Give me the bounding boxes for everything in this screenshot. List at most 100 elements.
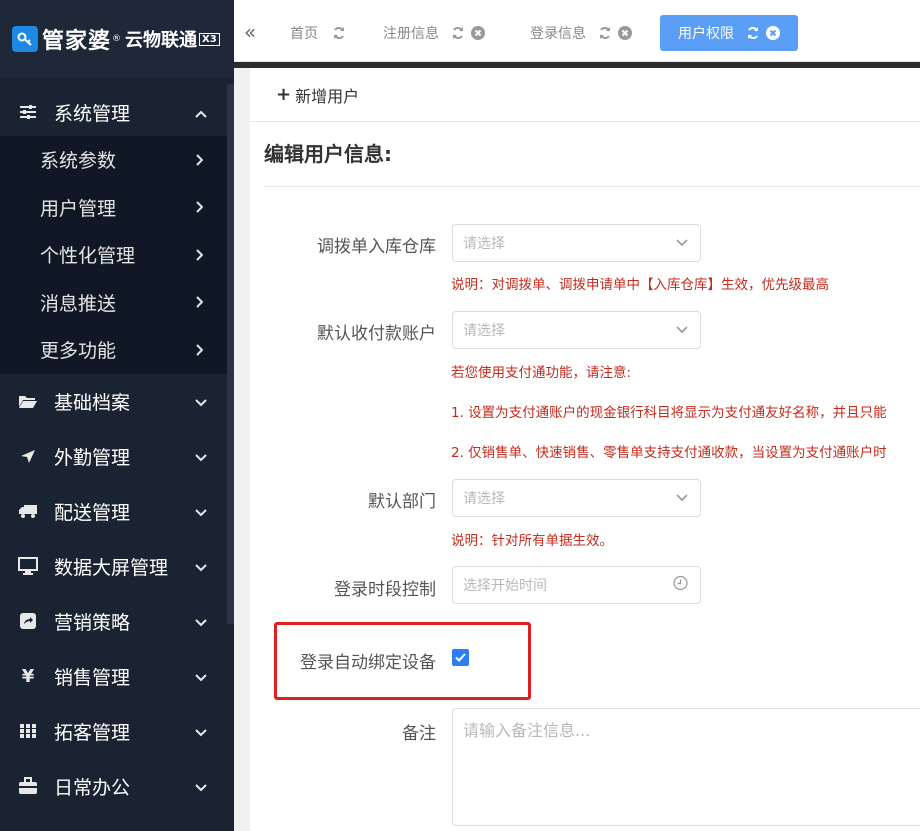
time-placeholder: 选择开始时间 xyxy=(463,578,547,594)
tab-registration[interactable]: 注册信息 xyxy=(383,15,485,51)
account-select[interactable]: 请选择 xyxy=(452,311,701,349)
chevron-right-icon xyxy=(195,196,204,218)
select-placeholder: 请选择 xyxy=(463,323,505,339)
add-user-button[interactable]: 新增用户 xyxy=(295,83,359,107)
tab-label: 注册信息 xyxy=(383,26,439,42)
sidebar-item-label: 消息推送 xyxy=(40,292,117,315)
tab-user-permissions[interactable]: 用户权限 xyxy=(660,15,798,51)
folder-open-icon xyxy=(18,391,38,411)
select-placeholder: 请选择 xyxy=(463,236,505,252)
refresh-icon[interactable] xyxy=(451,26,465,40)
form-title: 编辑用户信息: xyxy=(264,142,392,166)
chevron-down-icon xyxy=(676,235,688,251)
title-divider xyxy=(264,186,920,187)
brand-sub: 云物联通 xyxy=(125,30,198,51)
chevron-right-icon xyxy=(195,244,204,266)
share-square-icon xyxy=(18,611,38,631)
close-icon[interactable] xyxy=(618,26,632,40)
logo-key-icon xyxy=(12,26,38,52)
sidebar-scrollbar[interactable] xyxy=(227,84,234,624)
menu-group-system[interactable]: 系统管理 xyxy=(0,88,227,136)
monitor-icon xyxy=(18,556,38,576)
menu-group-label: 销售管理 xyxy=(54,666,131,689)
sliders-icon xyxy=(18,102,38,122)
clock-icon xyxy=(673,575,688,595)
menu-group-data-screen[interactable]: 数据大屏管理 xyxy=(0,539,227,594)
close-icon[interactable] xyxy=(766,26,780,40)
warehouse-select[interactable]: 请选择 xyxy=(452,224,701,262)
account-label: 默认收付款账户 xyxy=(317,324,436,344)
tab-login-info[interactable]: 登录信息 xyxy=(530,15,632,51)
department-note: 说明：针对所有单据生效。 xyxy=(451,533,613,549)
sidebar-item-label: 更多功能 xyxy=(40,340,117,363)
yen-icon: ¥ xyxy=(21,665,35,687)
auto-bind-checkbox[interactable] xyxy=(452,649,469,666)
sidebar-item-personalization[interactable]: 个性化管理 xyxy=(0,231,227,279)
grid-icon xyxy=(18,721,38,741)
chevron-down-icon xyxy=(195,610,207,632)
menu-group-field-work[interactable]: 外勤管理 xyxy=(0,429,227,484)
truck-icon xyxy=(18,501,38,521)
remark-textarea[interactable]: 请输入备注信息... xyxy=(452,708,920,826)
double-chevron-left-icon[interactable]: « xyxy=(244,20,256,44)
login-start-time-input[interactable]: 选择开始时间 xyxy=(452,566,701,604)
chevron-right-icon xyxy=(195,291,204,313)
menu-group-basic-archives[interactable]: 基础档案 xyxy=(0,374,227,429)
tab-bar: « 首页 注册信息 登录信息 用户权限 xyxy=(234,0,920,62)
sidebar-item-label: 个性化管理 xyxy=(40,245,136,268)
menu-group-label: 营销策略 xyxy=(54,611,131,634)
select-placeholder: 请选择 xyxy=(463,491,505,507)
briefcase-icon xyxy=(18,776,38,796)
menu-group-marketing[interactable]: 营销策略 xyxy=(0,594,227,649)
menu-group-daily-office[interactable]: 日常办公 xyxy=(0,759,227,814)
account-note-intro: 若您使用支付通功能，请注意: xyxy=(451,365,632,381)
sidebar-item-label: 用户管理 xyxy=(40,197,117,220)
refresh-icon[interactable] xyxy=(598,26,612,40)
sidebar-menu: 系统管理 系统参数 用户管理 个性化管理 消息推送 更多功能 基础档案 外勤管理… xyxy=(0,88,227,814)
tab-label: 登录信息 xyxy=(530,26,586,42)
sidebar-item-more[interactable]: 更多功能 xyxy=(0,326,227,374)
brand-name: 管家婆 xyxy=(42,29,112,54)
menu-group-delivery[interactable]: 配送管理 xyxy=(0,484,227,539)
submenu-system: 系统参数 用户管理 个性化管理 消息推送 更多功能 xyxy=(0,136,227,374)
sidebar-item-message-push[interactable]: 消息推送 xyxy=(0,279,227,327)
menu-group-label: 数据大屏管理 xyxy=(54,556,169,579)
chevron-up-icon xyxy=(195,101,207,123)
tab-label: 用户权限 xyxy=(678,26,734,42)
chevron-down-icon xyxy=(195,445,207,467)
chevron-down-icon xyxy=(195,665,207,687)
menu-group-label: 系统管理 xyxy=(54,102,131,125)
chevron-right-icon xyxy=(195,339,204,361)
logo: 管家婆 ® 云物联通 X3 xyxy=(0,0,234,78)
toolbar: + 新增用户 xyxy=(250,68,920,122)
menu-group-sales[interactable]: ¥ 销售管理 xyxy=(0,649,227,704)
account-note-1: 1. 设置为支付通账户的现金银行科目将显示为支付通友好名称，并且只能 xyxy=(451,405,887,421)
remark-label: 备注 xyxy=(402,724,436,744)
menu-group-label: 配送管理 xyxy=(54,501,131,524)
sidebar-item-system-params[interactable]: 系统参数 xyxy=(0,136,227,184)
warehouse-label: 调拨单入库仓库 xyxy=(317,237,436,257)
menu-group-customer-acquisition[interactable]: 拓客管理 xyxy=(0,704,227,759)
chevron-down-icon xyxy=(676,322,688,338)
refresh-icon[interactable] xyxy=(746,26,760,40)
refresh-icon[interactable] xyxy=(332,26,346,40)
plane-icon xyxy=(18,446,38,466)
menu-group-label: 日常办公 xyxy=(54,776,131,799)
chevron-down-icon xyxy=(195,390,207,412)
chevron-down-icon xyxy=(676,490,688,506)
sidebar-item-label: 系统参数 xyxy=(40,150,117,173)
brand-edition: X3 xyxy=(199,32,220,46)
close-icon[interactable] xyxy=(471,26,485,40)
brand-reg: ® xyxy=(112,34,122,44)
tab-home[interactable]: 首页 xyxy=(290,15,346,51)
department-label: 默认部门 xyxy=(368,492,436,512)
department-select[interactable]: 请选择 xyxy=(452,479,701,517)
plus-icon: + xyxy=(276,84,292,105)
account-note-2: 2. 仅销售单、快速销售、零售单支持支付通收款，当设置为支付通账户时 xyxy=(451,445,887,461)
menu-group-label: 外勤管理 xyxy=(54,446,131,469)
chevron-right-icon xyxy=(195,149,204,171)
sidebar-item-user-management[interactable]: 用户管理 xyxy=(0,184,227,232)
tab-label: 首页 xyxy=(290,26,318,42)
warehouse-note: 说明：对调拨单、调拨申请单中【入库仓库】生效，优先级最高 xyxy=(451,277,829,293)
chevron-down-icon xyxy=(195,555,207,577)
